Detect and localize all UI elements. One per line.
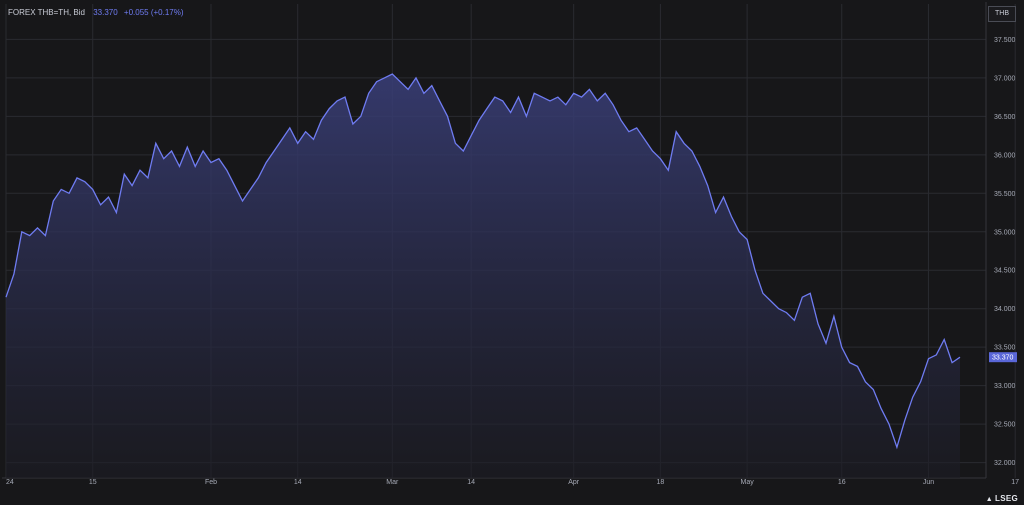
y-tick-label: 33.500 xyxy=(994,345,1016,352)
y-tick-label: 32.000 xyxy=(994,460,1016,467)
last-price-value: 33.370 xyxy=(93,8,118,17)
chart-panel: 37.500 37.000 36.500 36.000 35.500 35.000 34.5… xyxy=(0,0,1024,505)
x-tick-label: 18 xyxy=(656,479,664,486)
x-tick-label: 14 xyxy=(294,479,302,486)
area-fill xyxy=(6,74,960,478)
x-tick-label: May xyxy=(741,479,755,486)
y-tick-label: 36.500 xyxy=(994,114,1016,121)
instrument-label: FOREX THB=TH, Bid xyxy=(8,8,85,17)
x-tick-label: 16 xyxy=(838,479,846,486)
x-tick-label: Feb xyxy=(205,479,217,486)
y-tick-label: 35.000 xyxy=(994,229,1016,236)
x-tick-label: Apr xyxy=(568,479,580,486)
price-change: +0.055 (+0.17%) xyxy=(123,8,184,17)
y-tick-label: 33.000 xyxy=(994,383,1016,390)
x-tick-label: 15 xyxy=(89,479,97,486)
x-tick-label: Jun xyxy=(923,479,934,486)
lseg-logo: ▲ LSEG xyxy=(986,494,1018,503)
y-tick-label: 35.500 xyxy=(994,191,1016,198)
y-tick-label: 37.000 xyxy=(994,75,1016,82)
last-price-label: 33.370 xyxy=(992,355,1014,362)
y-tick-label: 37.500 xyxy=(994,37,1016,44)
y-tick-label: 36.000 xyxy=(994,152,1016,159)
y-tick-label: 34.500 xyxy=(994,268,1016,275)
y-axis: 37.500 37.000 36.500 36.000 35.500 35.000 34.5… xyxy=(994,37,1016,467)
logo-text: LSEG xyxy=(995,494,1018,503)
x-tick-label: 17 xyxy=(1011,479,1019,486)
last-price-marker: 33.370 xyxy=(989,352,1017,363)
chart-legend: FOREX THB=TH, Bid 33.370 +0.055 (+0.17%) xyxy=(8,8,184,17)
price-chart[interactable]: 37.500 37.000 36.500 36.000 35.500 35.000 34.5… xyxy=(0,0,1024,505)
x-tick-label: 14 xyxy=(467,479,475,486)
y-tick-label: 32.500 xyxy=(994,422,1016,429)
x-axis: 2415Feb14Mar14Apr18May16Jun17Jul12Aug15S… xyxy=(6,479,1019,486)
area-path xyxy=(6,74,960,478)
currency-button[interactable]: THB xyxy=(988,6,1016,22)
lseg-mark-icon: ▲ xyxy=(985,496,994,503)
y-tick-label: 34.000 xyxy=(994,306,1016,313)
x-tick-label: Mar xyxy=(386,479,399,486)
x-tick-label: 24 xyxy=(6,479,14,486)
